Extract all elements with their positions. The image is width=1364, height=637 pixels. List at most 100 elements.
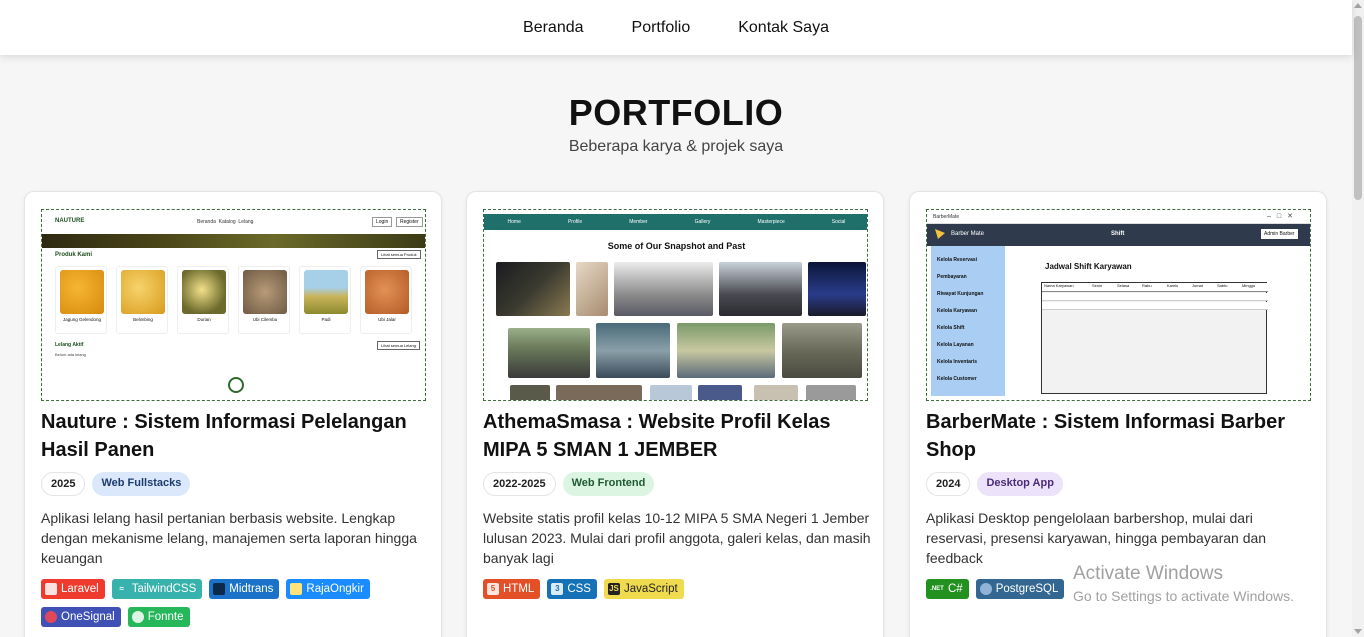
year-badge: 2022-2025 (483, 472, 556, 496)
gallery-photo (719, 262, 802, 316)
tech-badge-midtrans: Midtrans (209, 579, 280, 599)
preview-menu-item: Gallery (694, 219, 711, 225)
preview-menu-item: Home (507, 219, 521, 225)
tailwind-icon: ≈ (119, 584, 124, 593)
product-name: Belimbing (133, 317, 153, 322)
tech-stack: 5 HTML 3 CSS JS JavaScript (483, 579, 873, 599)
project-preview-athemasmasa: Home Profile Member Gallery Masterpiece … (483, 209, 868, 401)
tech-badge-postgresql: PostgreSQL (975, 579, 1065, 599)
gallery-photo (806, 385, 856, 400)
product-name: Durian (197, 317, 211, 322)
preview-menu-item: Social (831, 219, 846, 225)
preview-menu-bar: Home Profile Member Gallery Masterpiece … (484, 214, 867, 230)
page-scrollbar[interactable] (1352, 0, 1364, 637)
product-name: Ubi Jalar (378, 317, 396, 322)
sweet-potato-image (243, 270, 287, 314)
gallery-photo (808, 262, 866, 316)
year-badge: 2025 (41, 472, 86, 496)
category-badge: Desktop App (977, 472, 1063, 496)
sidebar-item: Kelola Shift (937, 325, 965, 331)
project-description: Website statis profil kelas 10-12 MIPA 5… (483, 510, 871, 566)
preview-shift-table: Nama Karyawan Senin Selasa Rabu Kamis Ju… (1041, 282, 1268, 394)
preview-section: Produk Kami (55, 252, 93, 258)
sidebar-item: Kelola Layanan (937, 342, 974, 348)
project-description: Aplikasi Desktop pengelolaan barbershop,… (926, 510, 1267, 566)
tech-badge-css: 3 CSS (547, 579, 597, 599)
product-name: Jagung Gelendong (62, 317, 102, 322)
preview-product-5: Padi (299, 266, 351, 334)
tech-badge-javascript: JS JavaScript (603, 579, 684, 599)
sidebar-item: Kelola Reservasi (937, 257, 978, 263)
midtrans-icon (213, 583, 226, 595)
tech-badge-fonnte: Fonnte (127, 607, 190, 627)
rice-image (304, 270, 348, 314)
javascript-icon: JS (607, 583, 620, 595)
section-title: PORTFOLIO (568, 92, 784, 133)
tech-badge-html: 5 HTML (483, 579, 541, 599)
tech-badge-tailwind: ≈ TailwindCSS (111, 579, 203, 599)
preview-menu-item: Member (629, 219, 648, 225)
preview-menu: Beranda Katalog Lelang (197, 219, 254, 225)
sidebar-item: Pembayaran (937, 274, 967, 280)
project-preview-barbermate: BarberMate –□✕ Barber Mate Shift Admin B… (926, 209, 1311, 401)
tech-badge-laravel: Laravel (41, 579, 105, 599)
project-meta: 2024 Desktop App (926, 472, 1063, 496)
project-description: Aplikasi lelang hasil pertanian berbasis… (41, 510, 417, 566)
preview-sidebar: Kelola Reservasi Pembayaran Riwayat Kunj… (931, 246, 1005, 396)
preview-auction-sub: Belum ada lelang (55, 352, 86, 357)
nav-link-kontak[interactable]: Kontak Saya (738, 19, 829, 37)
preview-auction: Lelang Aktif (55, 342, 84, 348)
preview-heading: Jadwal Shift Karyawan (1045, 262, 1132, 271)
preview-hero (42, 234, 425, 248)
nav-link-portfolio[interactable]: Portfolio (632, 19, 691, 37)
gallery-photo (677, 323, 775, 378)
durian-image (182, 270, 226, 314)
project-title: BarberMate : Sistem Informasi Barber Sho… (926, 411, 1286, 461)
sidebar-item: Riwayat Kunjungan (937, 291, 984, 297)
preview-see-all-2: Lihat semua Lelang (377, 341, 420, 350)
project-card-nauture[interactable]: NAUTURE Beranda Katalog Lelang Login Reg… (24, 191, 442, 637)
gallery-photo (508, 328, 590, 378)
scroll-down-arrow-icon[interactable] (1354, 629, 1362, 634)
gallery-photo (782, 323, 862, 378)
preview-product-6: Ubi Jalar (360, 266, 412, 334)
preview-menu-item: Masterpiece (757, 219, 785, 225)
window-controls-icon: –□✕ (1267, 213, 1299, 220)
preview-sidebar-list: Kelola Reservasi Pembayaran Riwayat Kunj… (937, 252, 983, 388)
corn-image (60, 270, 104, 314)
tech-stack: Laravel ≈ TailwindCSS Midtrans RajaOngkir… (41, 579, 431, 627)
scrollbar-thumb[interactable] (1354, 16, 1362, 200)
section-subtitle: Beberapa karya & projek saya (568, 138, 784, 155)
preview-window-titlebar: BarberMate –□✕ (927, 210, 1310, 224)
postgresql-icon (979, 583, 992, 595)
year-badge: 2024 (926, 472, 971, 496)
watermark-line-1: Activate Windows (1073, 563, 1223, 584)
preview-brand: NAUTURE (55, 218, 85, 224)
css3-icon: 3 (551, 583, 564, 595)
gallery-photo (496, 262, 570, 316)
top-navbar: Beranda Portfolio Kontak Saya (0, 0, 1352, 55)
project-title: Nauture : Sistem Informasi Pelelangan Ha… (41, 411, 407, 461)
gallery-photo (754, 385, 798, 400)
preview-product-3: Durian (177, 266, 229, 334)
gallery-photo (614, 262, 713, 316)
gallery-photo (510, 385, 550, 400)
category-badge: Web Frontend (562, 472, 655, 496)
preview-see-all: Lihat semua Produk (377, 250, 421, 259)
dotnet-icon: .NET (930, 586, 944, 592)
onesignal-icon (45, 611, 57, 623)
whatsapp-icon (131, 611, 144, 623)
sidebar-item: Kelola Karyawan (937, 308, 978, 314)
windows-activation-watermark: Activate Windows Go to Settings to activ… (1073, 563, 1294, 604)
nav-link-beranda[interactable]: Beranda (523, 19, 584, 37)
gallery-photo (650, 385, 692, 400)
preview-app-header: Barber Mate Shift Admin Barber (927, 224, 1310, 246)
preview-register: Register (396, 217, 423, 227)
preview-header: NAUTURE Beranda Katalog Lelang Login Reg… (42, 210, 425, 234)
project-card-athemasmasa[interactable]: Home Profile Member Gallery Masterpiece … (466, 191, 884, 637)
product-name: Padi (321, 317, 331, 322)
scroll-up-arrow-icon[interactable] (1354, 3, 1362, 8)
preview-menu-item: Profile (567, 219, 583, 225)
watermark-line-2: Go to Settings to activate Windows. (1073, 588, 1294, 604)
preview-page-name: Shift (1111, 231, 1125, 237)
